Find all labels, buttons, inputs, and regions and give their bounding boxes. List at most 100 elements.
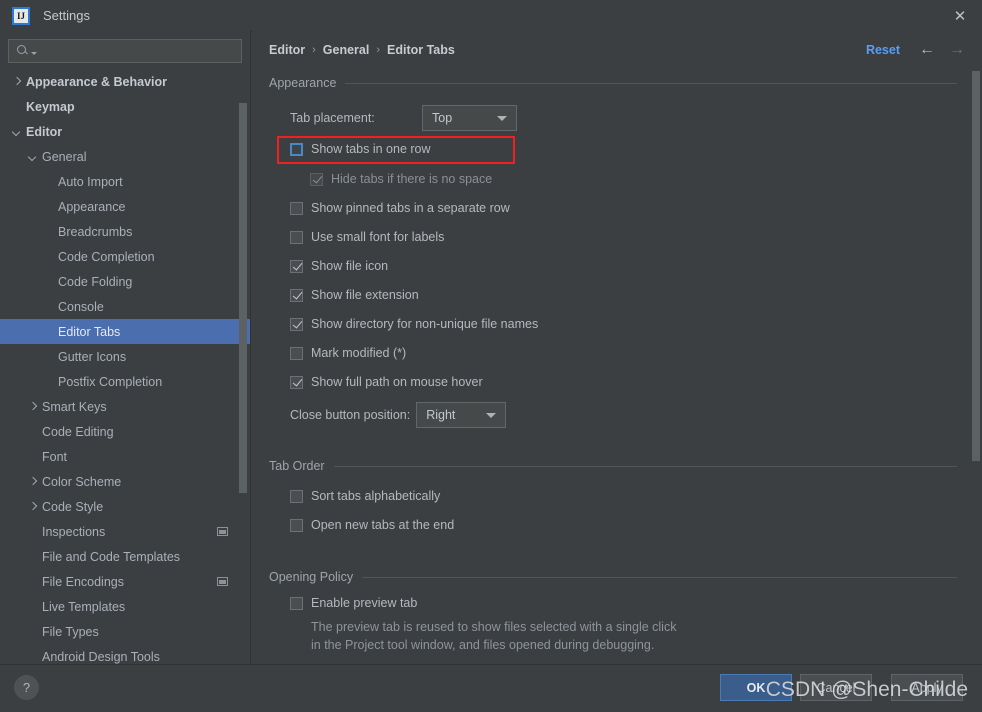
- show-pinned-tabs-in-a-separate-row-checkbox[interactable]: [290, 201, 303, 215]
- chevron-right-icon[interactable]: [12, 76, 23, 87]
- use-small-font-for-labels-label: Use small font for labels: [311, 230, 445, 244]
- show-pinned-tabs-in-a-separate-row-label: Show pinned tabs in a separate row: [311, 201, 510, 215]
- settings-scope-icon: [217, 577, 228, 586]
- reset-link[interactable]: Reset: [866, 43, 900, 57]
- sidebar-item-code-completion[interactable]: Code Completion: [0, 244, 250, 269]
- apply-button[interactable]: Apply: [891, 674, 963, 701]
- sidebar-item-label: Breadcrumbs: [58, 224, 133, 239]
- enable-preview-tab-row[interactable]: Enable preview tab: [290, 596, 417, 610]
- window-title: Settings: [43, 8, 90, 23]
- search-icon: [16, 44, 30, 58]
- sidebar-item-file-and-code-templates[interactable]: File and Code Templates: [0, 544, 250, 569]
- sidebar-item-label: Auto Import: [58, 174, 123, 189]
- search-area: [0, 31, 250, 69]
- show-directory-for-non-unique-file-names-row[interactable]: Show directory for non-unique file names: [290, 317, 538, 331]
- chevron-down-icon[interactable]: [28, 151, 39, 162]
- chevron-right-icon[interactable]: [28, 476, 39, 487]
- show-directory-for-non-unique-file-names-checkbox[interactable]: [290, 317, 303, 331]
- sidebar-item-appearance[interactable]: Appearance: [0, 194, 250, 219]
- chevron-right-icon[interactable]: [28, 401, 39, 412]
- breadcrumb-item-editor[interactable]: Editor: [269, 43, 305, 57]
- back-arrow-icon[interactable]: ←: [916, 40, 938, 60]
- divider: [345, 82, 957, 84]
- mark-modified-row[interactable]: Mark modified (*): [290, 346, 406, 360]
- open-new-tabs-at-the-end-row[interactable]: Open new tabs at the end: [290, 518, 454, 532]
- breadcrumb: Editor › General › Editor Tabs: [269, 43, 455, 57]
- sidebar-item-inspections[interactable]: Inspections: [0, 519, 250, 544]
- show-full-path-on-mouse-hover-checkbox[interactable]: [290, 375, 303, 389]
- sidebar-item-editor-tabs[interactable]: Editor Tabs: [0, 319, 250, 344]
- sidebar-item-label: Inspections: [42, 524, 106, 539]
- sidebar-item-label: Gutter Icons: [58, 349, 127, 364]
- cancel-button[interactable]: Cancel: [800, 674, 872, 701]
- settings-scope-icon: [217, 527, 228, 536]
- sidebar-item-font[interactable]: Font: [0, 444, 250, 469]
- main-scrollbar-track[interactable]: [972, 71, 980, 461]
- show-file-icon-row[interactable]: Show file icon: [290, 259, 388, 273]
- close-button-position-label: Close button position:: [290, 408, 411, 422]
- chevron-right-icon[interactable]: [28, 501, 39, 512]
- chevron-down-icon[interactable]: [12, 126, 23, 137]
- sidebar-item-breadcrumbs[interactable]: Breadcrumbs: [0, 219, 250, 244]
- sidebar-item-label: Smart Keys: [42, 399, 107, 414]
- search-box[interactable]: [8, 39, 242, 63]
- breadcrumb-separator: ›: [376, 44, 381, 56]
- show-file-extension-checkbox[interactable]: [290, 288, 303, 302]
- forward-arrow-icon: →: [949, 41, 965, 58]
- ok-button[interactable]: OK: [720, 674, 792, 701]
- sidebar-item-keymap[interactable]: Keymap: [0, 94, 250, 119]
- sidebar-item-console[interactable]: Console: [0, 294, 250, 319]
- show-full-path-on-mouse-hover-label: Show full path on mouse hover: [311, 375, 483, 389]
- show-pinned-tabs-in-a-separate-row-row[interactable]: Show pinned tabs in a separate row: [290, 201, 510, 215]
- sidebar-item-label: Android Design Tools: [42, 649, 160, 664]
- open-new-tabs-at-the-end-checkbox[interactable]: [290, 518, 303, 532]
- show-tabs-in-one-row-row[interactable]: Show tabs in one row: [290, 142, 431, 156]
- tab-placement-dropdown[interactable]: Top: [422, 105, 517, 131]
- sidebar-item-editor[interactable]: Editor: [0, 119, 250, 144]
- settings-tree: Appearance & Behavior Keymap Editor General…: [0, 69, 250, 669]
- divider: [333, 465, 957, 467]
- show-file-extension-row[interactable]: Show file extension: [290, 288, 419, 302]
- show-tabs-in-one-row-checkbox[interactable]: [290, 142, 303, 156]
- main-scrollbar-thumb[interactable]: [972, 71, 980, 461]
- settings-sidebar: Appearance & Behavior Keymap Editor General…: [0, 31, 251, 665]
- sidebar-item-file-encodings[interactable]: File Encodings: [0, 569, 250, 594]
- close-icon[interactable]: ✕: [938, 0, 982, 31]
- breadcrumb-item-general[interactable]: General: [323, 43, 370, 57]
- tab-placement-label: Tab placement:: [290, 111, 375, 125]
- sort-tabs-alphabetically-checkbox[interactable]: [290, 489, 303, 503]
- sidebar-scrollbar-track[interactable]: [239, 103, 247, 493]
- sidebar-item-live-templates[interactable]: Live Templates: [0, 594, 250, 619]
- breadcrumb-item-editor-tabs: Editor Tabs: [387, 43, 455, 57]
- search-input[interactable]: [37, 43, 241, 59]
- sidebar-item-code-folding[interactable]: Code Folding: [0, 269, 250, 294]
- sidebar-item-postfix-completion[interactable]: Postfix Completion: [0, 369, 250, 394]
- enable-preview-tab-checkbox[interactable]: [290, 596, 303, 610]
- sidebar-scrollbar-thumb[interactable]: [239, 103, 247, 493]
- tab-order-group-header: Tab Order: [269, 459, 957, 473]
- sidebar-item-smart-keys[interactable]: Smart Keys: [0, 394, 250, 419]
- sidebar-item-auto-import[interactable]: Auto Import: [0, 169, 250, 194]
- sidebar-item-code-style[interactable]: Code Style: [0, 494, 250, 519]
- sort-tabs-alphabetically-row[interactable]: Sort tabs alphabetically: [290, 489, 440, 503]
- sidebar-item-code-editing[interactable]: Code Editing: [0, 419, 250, 444]
- show-full-path-on-mouse-hover-row[interactable]: Show full path on mouse hover: [290, 375, 483, 389]
- sidebar-item-general[interactable]: General: [0, 144, 250, 169]
- hide-tabs-if-there-is-no-space-label: Hide tabs if there is no space: [331, 172, 493, 186]
- sidebar-item-file-types[interactable]: File Types: [0, 619, 250, 644]
- show-file-icon-checkbox[interactable]: [290, 259, 303, 273]
- sidebar-item-color-scheme[interactable]: Color Scheme: [0, 469, 250, 494]
- use-small-font-for-labels-checkbox[interactable]: [290, 230, 303, 244]
- mark-modified-checkbox[interactable]: [290, 346, 303, 360]
- sidebar-item-gutter-icons[interactable]: Gutter Icons: [0, 344, 250, 369]
- hide-tabs-if-there-is-no-space-checkbox: [310, 172, 323, 186]
- use-small-font-for-labels-row[interactable]: Use small font for labels: [290, 230, 444, 244]
- sidebar-item-appearance-behavior[interactable]: Appearance & Behavior: [0, 69, 250, 94]
- help-button[interactable]: ?: [14, 675, 39, 700]
- close-button-position-dropdown[interactable]: Right: [416, 402, 507, 428]
- sidebar-item-label: File Encodings: [42, 574, 124, 589]
